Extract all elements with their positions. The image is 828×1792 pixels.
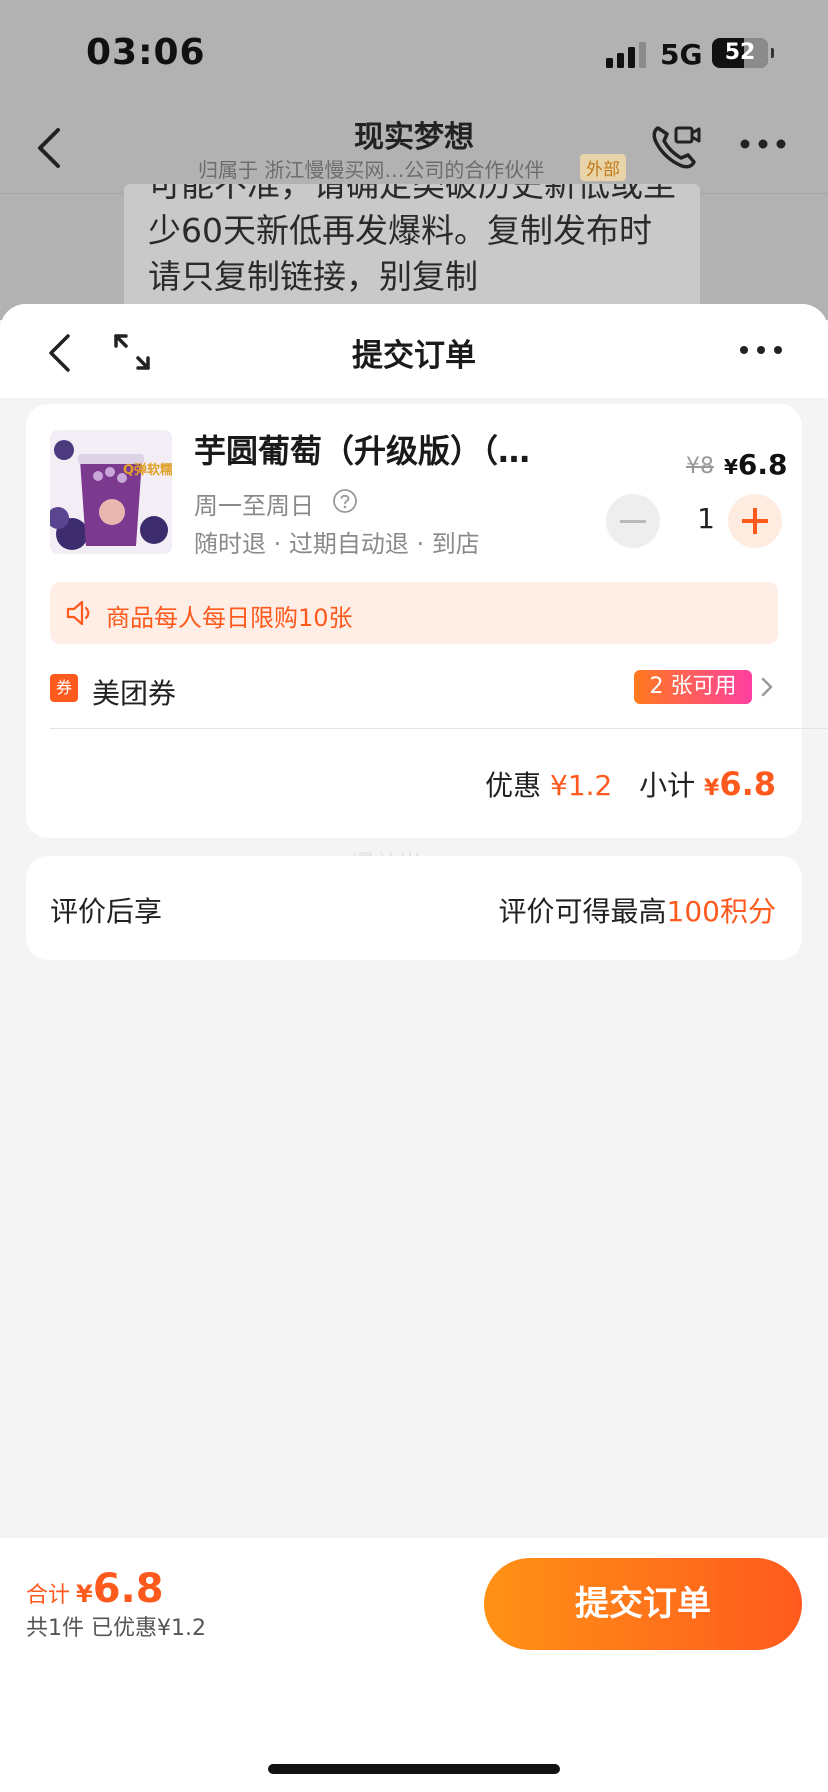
background-chat: 03:06 5G 52 现实梦想 归属于 浙江慢慢买网…公司的合作伙伴 外部 可… xyxy=(0,0,828,320)
more-icon[interactable] xyxy=(738,340,784,360)
subtotal-label: 小计 xyxy=(639,769,696,802)
chevron-right-icon xyxy=(761,677,773,697)
speaker-icon xyxy=(66,600,90,626)
video-call-icon[interactable] xyxy=(650,122,702,170)
chat-more-icon[interactable] xyxy=(738,132,788,156)
battery-level: 52 xyxy=(724,40,756,65)
submit-order-button[interactable]: 提交订单 xyxy=(484,1558,802,1650)
external-tag: 外部 xyxy=(580,154,626,181)
product-card: Q弹软糯 芋圆葡萄（升级版）（… 周一至周日 随时退 · 过期自动退 · 到店 … xyxy=(26,404,828,838)
status-time: 03:06 xyxy=(86,32,206,73)
status-bar: 03:06 5G 52 xyxy=(0,0,828,110)
valid-days: 周一至周日 xyxy=(194,492,314,520)
price-amount: 6.8 xyxy=(737,448,788,481)
original-price: ¥8 xyxy=(686,454,714,479)
review-card[interactable]: 评价后享 评价可得最高100积分 xyxy=(26,856,802,960)
discount-value: ¥1.2 xyxy=(550,769,613,802)
chat-message-text: 可能不准，请确定类破历史新低或至少60天新低再发爆料。复制发布时请只复制链接，别… xyxy=(148,184,676,296)
chat-subtitle: 归属于 浙江慢慢买网…公司的合作伙伴 xyxy=(198,158,545,182)
network-label: 5G xyxy=(660,38,703,71)
quantity-value: 1 xyxy=(697,502,715,535)
subtotal-row: 优惠 ¥1.2 小计 ¥6.8 xyxy=(485,764,776,804)
total-amount: 6.8 xyxy=(92,1566,164,1612)
sheet-header: 提交订单 xyxy=(0,304,828,398)
thumbnail-caption: Q弹软糯 xyxy=(123,462,172,478)
coupon-available-badge: 2 张可用 xyxy=(634,670,752,704)
coupon-row[interactable]: 券 美团券 2 张可用 xyxy=(26,660,802,720)
price-symbol: ¥ xyxy=(724,455,738,479)
home-indicator xyxy=(268,1764,560,1774)
purchase-limit-banner: 商品每人每日限购10张 xyxy=(50,582,778,644)
total-label: 合计 xyxy=(26,1583,71,1608)
order-summary: 共1件 已优惠¥1.2 xyxy=(26,1616,206,1641)
review-reward-points: 100积分 xyxy=(666,895,776,928)
battery-icon: 52 xyxy=(712,38,774,68)
subtotal-symbol: ¥ xyxy=(704,776,720,801)
order-total: 合计 ¥6.8 xyxy=(26,1566,164,1612)
subtotal-value: 6.8 xyxy=(719,765,776,803)
review-reward: 评价可得最高100积分 xyxy=(499,890,776,930)
total-symbol: ¥ xyxy=(76,1580,93,1608)
product-name: 芋圆葡萄（升级版）（… xyxy=(194,432,531,470)
subtotal-amount: ¥6.8 xyxy=(704,765,776,803)
product-thumbnail[interactable]: Q弹软糯 xyxy=(50,430,172,554)
product-tags: 随时退 · 过期自动退 · 到店 xyxy=(194,530,480,558)
signal-icon xyxy=(606,42,646,68)
bottom-bar: 合计 ¥6.8 共1件 已优惠¥1.2 提交订单 xyxy=(0,1538,828,1792)
chat-header: 现实梦想 归属于 浙江慢慢买网…公司的合作伙伴 外部 xyxy=(0,100,828,194)
coupon-label: 美团券 xyxy=(92,677,177,710)
sheet-title: 提交订单 xyxy=(352,338,476,374)
discount-label: 优惠 xyxy=(485,769,542,802)
review-reward-prefix: 评价可得最高 xyxy=(498,895,667,928)
purchase-limit-text: 商品每人每日限购10张 xyxy=(106,604,353,632)
increase-quantity-button[interactable] xyxy=(728,494,782,548)
coupon-icon: 券 xyxy=(50,674,78,702)
help-icon[interactable] xyxy=(332,488,358,514)
chat-message-bubble: 可能不准，请确定类破历史新低或至少60天新低再发爆料。复制发布时请只复制链接，别… xyxy=(124,184,700,320)
chat-title: 现实梦想 xyxy=(354,120,474,155)
divider xyxy=(50,728,828,729)
current-price: ¥6.8 xyxy=(724,448,788,481)
decrease-quantity-button[interactable] xyxy=(606,494,660,548)
review-title: 评价后享 xyxy=(50,895,163,928)
